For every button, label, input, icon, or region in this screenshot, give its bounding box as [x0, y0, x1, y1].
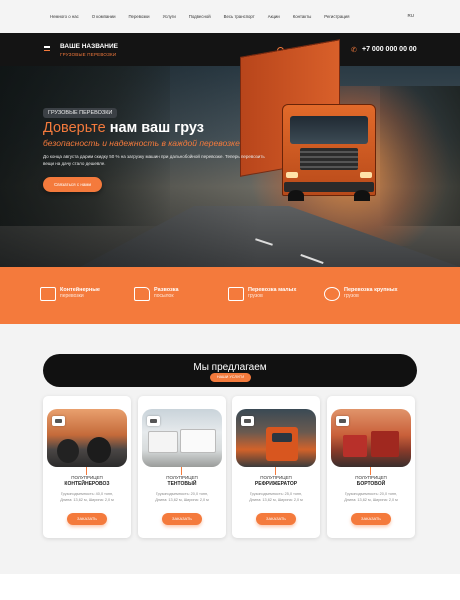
- nav-services[interactable]: Услуги: [163, 14, 176, 19]
- card-divider: [275, 467, 276, 475]
- card-title: ТЕНТОВЫЙ: [167, 481, 197, 487]
- delivery-truck-icon: [134, 287, 150, 301]
- card-divider: [86, 467, 87, 475]
- truck-wheel: [354, 190, 370, 201]
- hero-badge: ГРУЗОВЫЕ ПЕРЕВОЗКИ: [43, 108, 118, 118]
- card-capacity: Грузоподъемность: 20,0 тонн,: [344, 492, 398, 496]
- nav-company[interactable]: О компании: [92, 14, 116, 19]
- footer-strip: [0, 574, 460, 600]
- card-dimensions: Длина: 13,62 м, Ширина: 2,0 м: [155, 498, 209, 502]
- logo-icon[interactable]: [44, 46, 50, 51]
- card-capacity: Грузоподъемность: 25,0 тонн,: [249, 492, 303, 496]
- truck-headlight: [360, 172, 372, 178]
- company-tagline: ГРУЗОВЫЕ ПЕРЕВОЗКИ: [60, 52, 117, 57]
- phone-number[interactable]: +7 000 000 00 00: [362, 46, 417, 53]
- hero-subtitle: безопасность и надежность в каждой перев…: [43, 138, 240, 148]
- hero-trees-right: [380, 86, 460, 226]
- fridge-truck-icon: [241, 416, 254, 426]
- card-container-carrier: ПОЛУПРИЦЕП КОНТЕЙНЕРОВОЗ Грузоподъемност…: [43, 396, 131, 538]
- card-capacity: Грузоподъемность: 20,0 тонн,: [155, 492, 209, 496]
- card-refrigerator-trailer: ПОЛУПРИЦЕП РЕФРИЖЕРАТОР Грузоподъемность…: [232, 396, 320, 538]
- nav-transport[interactable]: Перевозки: [128, 14, 149, 19]
- nav-registration[interactable]: Регистрация: [324, 14, 349, 19]
- truck-wheel: [288, 190, 304, 201]
- truck-grille: [300, 148, 358, 170]
- order-button[interactable]: ЗАКАЗАТЬ: [67, 513, 107, 525]
- nav-about-us[interactable]: Немного о нас: [50, 14, 79, 19]
- truck-windshield: [290, 116, 368, 144]
- truck-icon: [147, 416, 160, 426]
- offer-banner: Мы предлагаем: [43, 354, 417, 387]
- container-icon: [52, 416, 65, 426]
- card-dimensions: Длина: 13,62 м, Ширина: 2,0 м: [249, 498, 303, 502]
- van-image: [180, 429, 216, 453]
- container-image: [343, 435, 367, 457]
- service-large-cargo[interactable]: Перевозка крупных грузов: [324, 287, 398, 301]
- tire-image: [57, 439, 79, 463]
- nav-contacts[interactable]: Контакты: [293, 14, 312, 19]
- card-divider: [370, 467, 371, 475]
- card-title: РЕФРИЖЕРАТОР: [254, 481, 298, 487]
- our-services-tag: НАШИ УСЛУГИ: [210, 373, 251, 382]
- service-parcel-delivery[interactable]: Развозка посылок: [134, 287, 179, 301]
- card-flatbed-trailer: ПОЛУПРИЦЕП БОРТОВОЙ Грузоподъемность: 20…: [327, 396, 415, 538]
- van-image: [148, 431, 178, 453]
- service-subtitle: посылок: [154, 293, 174, 299]
- order-button[interactable]: ЗАКАЗАТЬ: [351, 513, 391, 525]
- card-capacity: Грузоподъемность: 40,0 тонн,: [60, 492, 114, 496]
- nav-promotions[interactable]: Акции: [268, 14, 280, 19]
- card-title: КОНТЕЙНЕРОВОЗ: [64, 481, 110, 487]
- container-icon: [40, 287, 56, 301]
- globe-icon: [324, 287, 340, 301]
- hero-title: Доверьте нам ваш груз: [43, 120, 204, 136]
- service-container-shipping[interactable]: Контейнерные перевозки: [40, 287, 100, 301]
- tire-image: [87, 437, 111, 463]
- service-subtitle: перевозки: [60, 293, 84, 299]
- site-header: ВАШЕ НАЗВАНИЕ ГРУЗОВЫЕ ПЕРЕВОЗКИ Ежеднев…: [0, 33, 460, 66]
- top-navigation: Немного о нас О компании Перевозки Услуг…: [0, 0, 460, 33]
- offer-title: Мы предлагаем: [193, 362, 267, 373]
- card-dimensions: Длина: 13,62 м, Ширина: 2,0 м: [344, 498, 398, 502]
- truck-window: [272, 433, 292, 442]
- nav-suspended[interactable]: Подвесной: [189, 14, 211, 19]
- container-image: [371, 431, 399, 457]
- boxes-icon: [228, 287, 244, 301]
- nav-all-transport[interactable]: Весь транспорт: [224, 14, 255, 19]
- phone-icon: ✆: [351, 47, 357, 54]
- card-title: БОРТОВОЙ: [356, 481, 386, 487]
- card-type: ПОЛУПРИЦЕП: [71, 475, 103, 480]
- card-dimensions: Длина: 13,62 м, Ширина: 2,0 м: [60, 498, 114, 502]
- flatbed-icon: [336, 416, 349, 426]
- service-subtitle: грузов: [344, 293, 359, 299]
- card-type: ПОЛУПРИЦЕП: [355, 475, 387, 480]
- service-small-cargo[interactable]: Перевозка малых грузов: [228, 287, 296, 301]
- hero-description: До конца августа дарим скидку 50 % на за…: [43, 154, 265, 166]
- card-tent-trailer: ПОЛУПРИЦЕП ТЕНТОВЫЙ Грузоподъемность: 20…: [138, 396, 226, 538]
- card-divider: [181, 467, 182, 475]
- truck-headlight: [286, 172, 298, 178]
- card-type: ПОЛУПРИЦЕП: [166, 475, 198, 480]
- card-type: ПОЛУПРИЦЕП: [260, 475, 292, 480]
- service-subtitle: грузов: [248, 293, 263, 299]
- order-button[interactable]: ЗАКАЗАТЬ: [162, 513, 202, 525]
- order-button[interactable]: ЗАКАЗАТЬ: [256, 513, 296, 525]
- company-name[interactable]: ВАШЕ НАЗВАНИЕ: [60, 43, 118, 50]
- language-switch[interactable]: RU: [408, 13, 415, 18]
- contact-us-button[interactable]: Связаться с нами: [43, 177, 102, 192]
